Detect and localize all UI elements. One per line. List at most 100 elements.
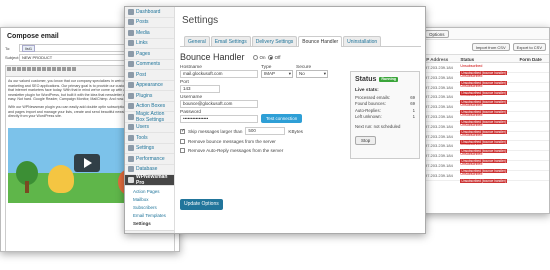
sidebar-subitem[interactable]: Settings [125,219,174,228]
sidebar-item-label: Settings [136,145,155,152]
options-button[interactable]: Options [425,30,449,38]
col-status-header[interactable]: Status [460,55,519,62]
align-center-icon[interactable] [42,67,46,71]
sidebar-item[interactable]: Plugins [125,91,174,102]
date-cell [519,161,549,170]
port-input[interactable]: 143 [180,85,220,93]
password-input[interactable]: •••••••••••••••• [180,115,258,123]
ip-cell: 97.203.239.184 [425,172,453,178]
col-date-header[interactable]: Form Date [519,55,549,62]
undo-icon[interactable] [67,67,71,71]
table-row[interactable]: 97.203.239.184 Unsubscribed Unsubscribed (… [421,63,549,75]
sidebar-item[interactable]: Dashboard [125,7,174,18]
table-row[interactable]: 97.203.239.184 Unsubscribed Unsubscribed (… [421,102,549,115]
unsubscribed-text: Unsubscribed [460,132,483,137]
link-icon[interactable] [52,67,56,71]
table-row[interactable]: 97.203.239.184 Unsubscribed Unsubscribed (… [421,161,549,173]
stop-button[interactable]: Stop [355,136,377,145]
unsubscribed-text: Unsubscribed [460,83,483,88]
kbytes-label: KBytes [288,128,303,134]
sidebar-item[interactable]: WPNewsman Pro [125,174,174,186]
align-right-icon[interactable] [47,67,51,71]
ip-cell: 97.203.239.184 [425,153,453,159]
sidebar-item-label: Comments [136,61,161,68]
redo-icon[interactable] [72,67,76,71]
on-radio[interactable] [252,54,258,60]
menu-icon [128,82,134,89]
sidebar-item[interactable]: Performance [125,154,174,165]
number-list-icon[interactable] [32,67,36,71]
menu-icon [128,176,134,183]
processed-label: Processed emails: [355,94,391,100]
sidebar-item-label: Action Boxes [136,103,166,110]
skip-large-checkbox[interactable] [180,128,185,134]
sidebar-subitem[interactable]: Mailbox [125,195,174,204]
type-select[interactable]: IMAP [261,70,293,78]
export-csv-button[interactable]: Export to CSV [512,43,546,51]
table-row[interactable]: 97.203.239.184 Unsubscribed Unsubscribed (… [421,141,549,154]
settings-tab[interactable]: Bounce Handler [298,36,343,47]
recipient-chip[interactable]: list1 [22,44,36,52]
sidebar-item[interactable]: Comments [125,60,174,70]
sidebar-subitem[interactable]: Action Pages [125,187,174,196]
sidebar-item[interactable]: Magic Action Box Settings [125,111,174,123]
date-cell [519,141,549,150]
col-ip-header[interactable]: IP Address [421,55,460,62]
sidebar-subitem[interactable]: Subscribers [125,203,174,212]
sidebar-item[interactable]: Pages [125,49,174,60]
off-radio[interactable] [267,54,273,60]
italic-icon[interactable] [12,67,16,71]
import-csv-button[interactable]: Import from CSV [471,43,510,51]
settings-main: Settings General Email Settings Delivery S… [175,7,425,233]
hostname-input[interactable]: mail.glockusoft.com [180,70,258,78]
table-row[interactable]: 97.203.239.184 Unsubscribed Unsubscribed (… [421,112,549,124]
settings-tab[interactable]: General [184,36,210,46]
test-connection-button[interactable]: Test connection [261,114,303,123]
unknown-stat: Left unknown: 1 [355,114,415,119]
subject-label: Subject: [5,55,20,60]
skip-size-input[interactable]: 500 [245,127,286,135]
sidebar-item[interactable]: Appearance [125,81,174,91]
bullet-list-icon[interactable] [27,67,31,71]
remove-bounce-checkbox[interactable] [180,139,185,144]
bounces-value: 69 [410,101,415,106]
status-cell: Unsubscribed Unsubscribed (bounce handler… [460,151,519,164]
ip-cell: 97.203.239.184 [425,104,453,110]
remove-autoreply-checkbox[interactable] [180,148,185,153]
sidebar-item[interactable]: Users [125,123,174,133]
settings-tab[interactable]: Delivery Settings [251,36,298,46]
table-row[interactable]: 97.203.239.184 Unsubscribed Unsubscribed (… [421,151,549,164]
skip-large-label: Skip messages larger than [188,128,243,134]
sidebar-item[interactable]: Tools [125,133,174,144]
image-icon[interactable] [62,67,66,71]
strike-icon[interactable] [22,67,26,71]
table-row[interactable]: 97.203.239.184 Unsubscribed Unsubscribed (… [421,132,549,144]
align-left-icon[interactable] [37,67,41,71]
table-row[interactable]: 97.203.239.184 Unsubscribed Unsubscribed (… [421,73,549,85]
table-row[interactable]: 97.203.239.184 Unsubscribed Unsubscribed (… [421,92,549,105]
sidebar-item[interactable]: Post [125,70,174,81]
update-options-button[interactable]: Update Options [180,199,223,210]
unlink-icon[interactable] [57,67,61,71]
play-icon[interactable] [74,154,100,172]
sidebar-item[interactable]: Settings [125,144,174,154]
table-row[interactable]: 97.203.239.184 Unsubscribed Unsubscribed (… [421,83,549,95]
live-stats-label: Live stats: [355,88,379,93]
settings-tab[interactable]: Email Settings [210,36,251,46]
running-badge: Running [379,77,398,82]
menu-icon [128,29,134,36]
table-row[interactable]: 97.203.239.184 Unsubscribed Unsubscribed (… [421,171,549,183]
username-input[interactable]: bounce@glockusoft.com [180,100,258,108]
bold-icon[interactable] [7,67,11,71]
sidebar-item[interactable]: Posts [125,18,174,28]
underline-icon[interactable] [17,67,21,71]
table-row[interactable]: 97.203.239.184 Unsubscribed Unsubscribed (… [421,122,549,134]
sidebar-item[interactable]: Media [125,28,174,39]
sidebar-subitem[interactable]: Email Templates [125,211,174,220]
sidebar-item[interactable]: Links [125,39,174,49]
unsubscribed-text: Unsubscribed [460,142,483,147]
date-cell [519,73,549,82]
settings-tab[interactable]: Uninstallation [343,36,382,46]
secure-select[interactable]: No [296,70,328,78]
off-label: Off [274,54,281,60]
